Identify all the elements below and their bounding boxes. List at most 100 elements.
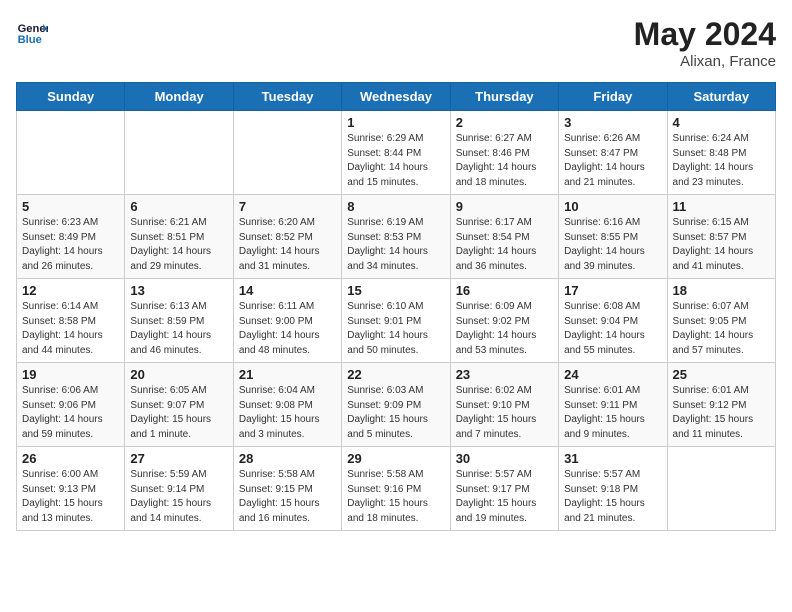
day-info: Sunrise: 6:11 AMSunset: 9:00 PMDaylight:… — [239, 300, 336, 358]
day-number: 7 — [239, 199, 336, 214]
calendar-cell: 21 Sunrise: 6:04 AMSunset: 9:08 PMDayligh… — [233, 363, 341, 447]
day-info: Sunrise: 6:01 AMSunset: 9:11 PMDaylight:… — [564, 384, 661, 442]
calendar-cell: 18 Sunrise: 6:07 AMSunset: 9:05 PMDayligh… — [667, 279, 775, 363]
day-info: Sunrise: 5:57 AMSunset: 9:17 PMDaylight:… — [456, 468, 553, 526]
calendar-cell: 29 Sunrise: 5:58 AMSunset: 9:16 PMDayligh… — [342, 447, 450, 531]
weekday-header: Friday — [559, 83, 667, 111]
calendar-cell: 5Sunrise: 6:23 AMSunset: 8:49 PMDaylight… — [17, 195, 125, 279]
calendar-week-row: 12Sunrise: 6:14 AMSunset: 8:58 PMDayligh… — [17, 279, 776, 363]
calendar-cell: 31Sunrise: 5:57 AMSunset: 9:18 PMDayligh… — [559, 447, 667, 531]
calendar-table: SundayMondayTuesdayWednesdayThursdayFrid… — [16, 82, 776, 531]
day-info: Sunrise: 6:20 AMSunset: 8:52 PMDaylight:… — [239, 216, 336, 274]
day-number: 28 — [239, 451, 336, 466]
calendar-cell: 26Sunrise: 6:00 AMSunset: 9:13 PMDayligh… — [17, 447, 125, 531]
calendar-week-row: 19Sunrise: 6:06 AMSunset: 9:06 PMDayligh… — [17, 363, 776, 447]
day-number: 22 — [347, 367, 444, 382]
calendar-cell: 23 Sunrise: 6:02 AMSunset: 9:10 PMDayligh… — [450, 363, 558, 447]
calendar-cell: 19Sunrise: 6:06 AMSunset: 9:06 PMDayligh… — [17, 363, 125, 447]
page-header: General Blue May 2024 Alixan, France — [16, 16, 776, 70]
day-info: Sunrise: 6:02 AMSunset: 9:10 PMDaylight:… — [456, 384, 553, 442]
day-info: Sunrise: 6:24 AMSunset: 8:48 PMDaylight:… — [673, 132, 770, 190]
day-number: 15 — [347, 283, 444, 298]
day-info: Sunrise: 6:07 AMSunset: 9:05 PMDaylight:… — [673, 300, 770, 358]
day-info: Sunrise: 5:59 AMSunset: 9:14 PMDaylight:… — [130, 468, 227, 526]
day-info: Sunrise: 6:09 AMSunset: 9:02 PMDaylight:… — [456, 300, 553, 358]
day-info: Sunrise: 6:26 AMSunset: 8:47 PMDaylight:… — [564, 132, 661, 190]
day-number: 6 — [130, 199, 227, 214]
day-number: 23 — [456, 367, 553, 382]
day-number: 31 — [564, 451, 661, 466]
calendar-cell: 15 Sunrise: 6:10 AMSunset: 9:01 PMDayligh… — [342, 279, 450, 363]
day-number: 16 — [456, 283, 553, 298]
calendar-cell — [17, 111, 125, 195]
calendar-header-row: SundayMondayTuesdayWednesdayThursdayFrid… — [17, 83, 776, 111]
title-block: May 2024 Alixan, France — [634, 16, 776, 70]
day-number: 13 — [130, 283, 227, 298]
calendar-cell: 16 Sunrise: 6:09 AMSunset: 9:02 PMDayligh… — [450, 279, 558, 363]
calendar-cell: 14 Sunrise: 6:11 AMSunset: 9:00 PMDayligh… — [233, 279, 341, 363]
day-number: 19 — [22, 367, 119, 382]
day-number: 17 — [564, 283, 661, 298]
day-info: Sunrise: 6:27 AMSunset: 8:46 PMDaylight:… — [456, 132, 553, 190]
calendar-cell: 2 Sunrise: 6:27 AMSunset: 8:46 PMDaylight… — [450, 111, 558, 195]
day-number: 24 — [564, 367, 661, 382]
day-info: Sunrise: 6:10 AMSunset: 9:01 PMDaylight:… — [347, 300, 444, 358]
calendar-week-row: 26Sunrise: 6:00 AMSunset: 9:13 PMDayligh… — [17, 447, 776, 531]
day-info: Sunrise: 5:58 AMSunset: 9:16 PMDaylight:… — [347, 468, 444, 526]
day-info: Sunrise: 6:21 AMSunset: 8:51 PMDaylight:… — [130, 216, 227, 274]
weekday-header: Sunday — [17, 83, 125, 111]
weekday-header: Saturday — [667, 83, 775, 111]
day-number: 26 — [22, 451, 119, 466]
day-info: Sunrise: 6:19 AMSunset: 8:53 PMDaylight:… — [347, 216, 444, 274]
day-number: 2 — [456, 115, 553, 130]
day-number: 21 — [239, 367, 336, 382]
calendar-cell: 8 Sunrise: 6:19 AMSunset: 8:53 PMDaylight… — [342, 195, 450, 279]
day-info: Sunrise: 6:04 AMSunset: 9:08 PMDaylight:… — [239, 384, 336, 442]
logo: General Blue — [16, 16, 48, 48]
calendar-cell — [667, 447, 775, 531]
day-number: 18 — [673, 283, 770, 298]
day-number: 14 — [239, 283, 336, 298]
day-info: Sunrise: 6:16 AMSunset: 8:55 PMDaylight:… — [564, 216, 661, 274]
weekday-header: Monday — [125, 83, 233, 111]
day-number: 30 — [456, 451, 553, 466]
day-number: 10 — [564, 199, 661, 214]
calendar-cell: 6 Sunrise: 6:21 AMSunset: 8:51 PMDaylight… — [125, 195, 233, 279]
day-number: 29 — [347, 451, 444, 466]
day-number: 3 — [564, 115, 661, 130]
calendar-cell: 30 Sunrise: 5:57 AMSunset: 9:17 PMDayligh… — [450, 447, 558, 531]
day-number: 8 — [347, 199, 444, 214]
calendar-cell: 27 Sunrise: 5:59 AMSunset: 9:14 PMDayligh… — [125, 447, 233, 531]
day-info: Sunrise: 5:58 AMSunset: 9:15 PMDaylight:… — [239, 468, 336, 526]
calendar-cell: 7 Sunrise: 6:20 AMSunset: 8:52 PMDaylight… — [233, 195, 341, 279]
day-number: 27 — [130, 451, 227, 466]
day-number: 25 — [673, 367, 770, 382]
day-info: Sunrise: 6:13 AMSunset: 8:59 PMDaylight:… — [130, 300, 227, 358]
day-info: Sunrise: 6:08 AMSunset: 9:04 PMDaylight:… — [564, 300, 661, 358]
calendar-week-row: 5Sunrise: 6:23 AMSunset: 8:49 PMDaylight… — [17, 195, 776, 279]
logo-icon: General Blue — [16, 16, 48, 48]
calendar-cell: 13 Sunrise: 6:13 AMSunset: 8:59 PMDayligh… — [125, 279, 233, 363]
calendar-cell: 1Sunrise: 6:29 AMSunset: 8:44 PMDaylight… — [342, 111, 450, 195]
calendar-cell: 22 Sunrise: 6:03 AMSunset: 9:09 PMDayligh… — [342, 363, 450, 447]
calendar-cell: 11Sunrise: 6:15 AMSunset: 8:57 PMDayligh… — [667, 195, 775, 279]
month-year: May 2024 — [634, 16, 776, 53]
day-number: 9 — [456, 199, 553, 214]
day-number: 11 — [673, 199, 770, 214]
location: Alixan, France — [634, 53, 776, 70]
calendar-cell — [125, 111, 233, 195]
day-number: 5 — [22, 199, 119, 214]
day-info: Sunrise: 6:17 AMSunset: 8:54 PMDaylight:… — [456, 216, 553, 274]
day-info: Sunrise: 6:03 AMSunset: 9:09 PMDaylight:… — [347, 384, 444, 442]
svg-text:Blue: Blue — [18, 34, 42, 46]
calendar-cell: 28 Sunrise: 5:58 AMSunset: 9:15 PMDayligh… — [233, 447, 341, 531]
day-number: 20 — [130, 367, 227, 382]
calendar-cell: 9 Sunrise: 6:17 AMSunset: 8:54 PMDaylight… — [450, 195, 558, 279]
calendar-week-row: 1Sunrise: 6:29 AMSunset: 8:44 PMDaylight… — [17, 111, 776, 195]
calendar-cell: 3 Sunrise: 6:26 AMSunset: 8:47 PMDaylight… — [559, 111, 667, 195]
calendar-cell — [233, 111, 341, 195]
day-number: 12 — [22, 283, 119, 298]
day-number: 1 — [347, 115, 444, 130]
day-number: 4 — [673, 115, 770, 130]
calendar-cell: 12Sunrise: 6:14 AMSunset: 8:58 PMDayligh… — [17, 279, 125, 363]
